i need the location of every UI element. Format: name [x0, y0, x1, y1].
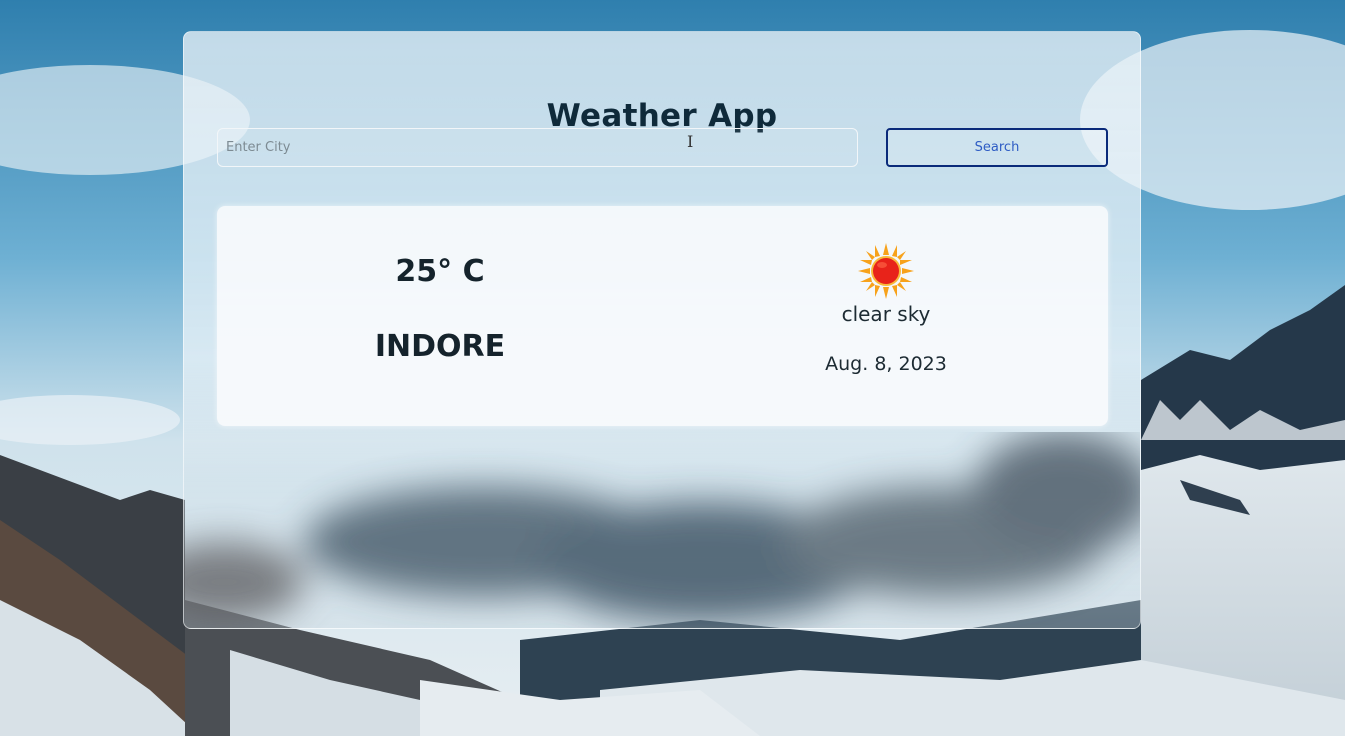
weather-panel: Weather App I Search 25° C INDORE	[183, 31, 1141, 629]
search-button[interactable]: Search	[886, 128, 1108, 167]
city-search-input[interactable]	[217, 128, 858, 167]
city-name: INDORE	[374, 329, 506, 364]
temperature-value: 25° C	[395, 254, 485, 289]
weather-card: 25° C INDORE clear sky Aug. 8, 2023	[217, 206, 1108, 426]
text-cursor-icon: I	[687, 132, 694, 151]
sun-icon	[858, 243, 914, 299]
weather-description: clear sky	[841, 302, 931, 326]
blurred-background-region	[184, 432, 1140, 622]
weather-date: Aug. 8, 2023	[825, 353, 947, 375]
